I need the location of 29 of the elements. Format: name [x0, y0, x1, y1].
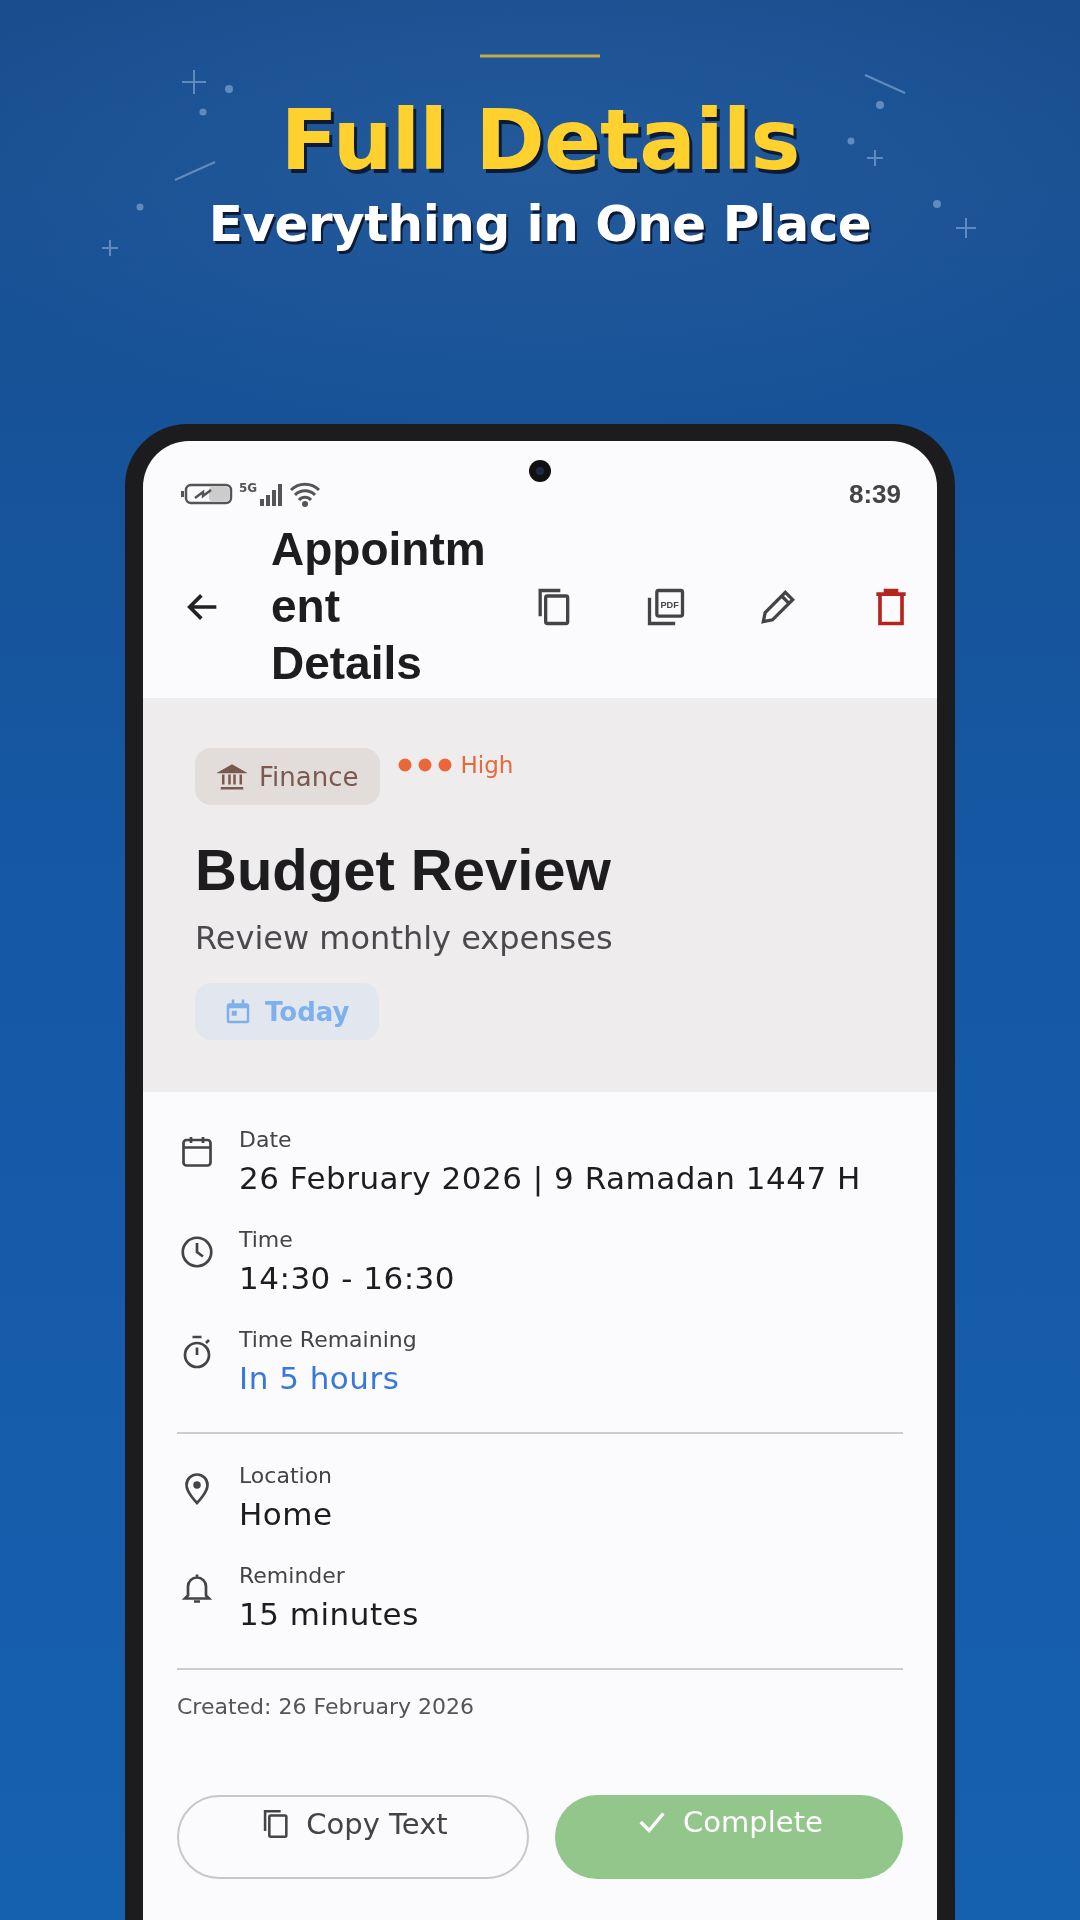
detail-label: Date [239, 1126, 293, 1154]
screen-title: Appointment Details [271, 522, 487, 691]
battery-icon [181, 483, 233, 505]
calendar-icon [179, 1134, 215, 1170]
detail-value: 14:30 - 16:30 [239, 1259, 456, 1298]
detail-value: 26 February 2026 | 9 Ramadan 1447 H [239, 1159, 861, 1199]
detail-label: Time Remaining [239, 1326, 417, 1354]
detail-label: Location [239, 1462, 333, 1490]
promo-subheadline: Everything in One Place [208, 194, 872, 255]
signal-icon [257, 482, 284, 506]
detail-label: Time [239, 1226, 294, 1254]
detail-value: 15 minutes [239, 1595, 419, 1634]
clock-time: 8:39 [848, 478, 901, 510]
priority-label: High [460, 752, 514, 778]
clock-icon [179, 1234, 215, 1270]
due-chip: Today [195, 983, 380, 1040]
copy-text-button[interactable]: Copy Text [177, 1795, 529, 1879]
promo-headline: Full Details [280, 90, 800, 191]
appointment-description: Review monthly expenses [195, 919, 613, 957]
priority-dots-icon [398, 758, 453, 772]
wifi-icon [289, 481, 322, 507]
detail-value: In 5 hours [239, 1359, 401, 1398]
detail-value: Home [239, 1495, 333, 1534]
camera-icon [529, 460, 551, 482]
category-chip: Finance [195, 748, 381, 805]
detail-label: Reminder [239, 1562, 346, 1590]
created-date: Created: 26 February 2026 [177, 1693, 475, 1719]
network-label: 5G [239, 482, 258, 494]
appointment-title: Budget Review [195, 836, 611, 904]
